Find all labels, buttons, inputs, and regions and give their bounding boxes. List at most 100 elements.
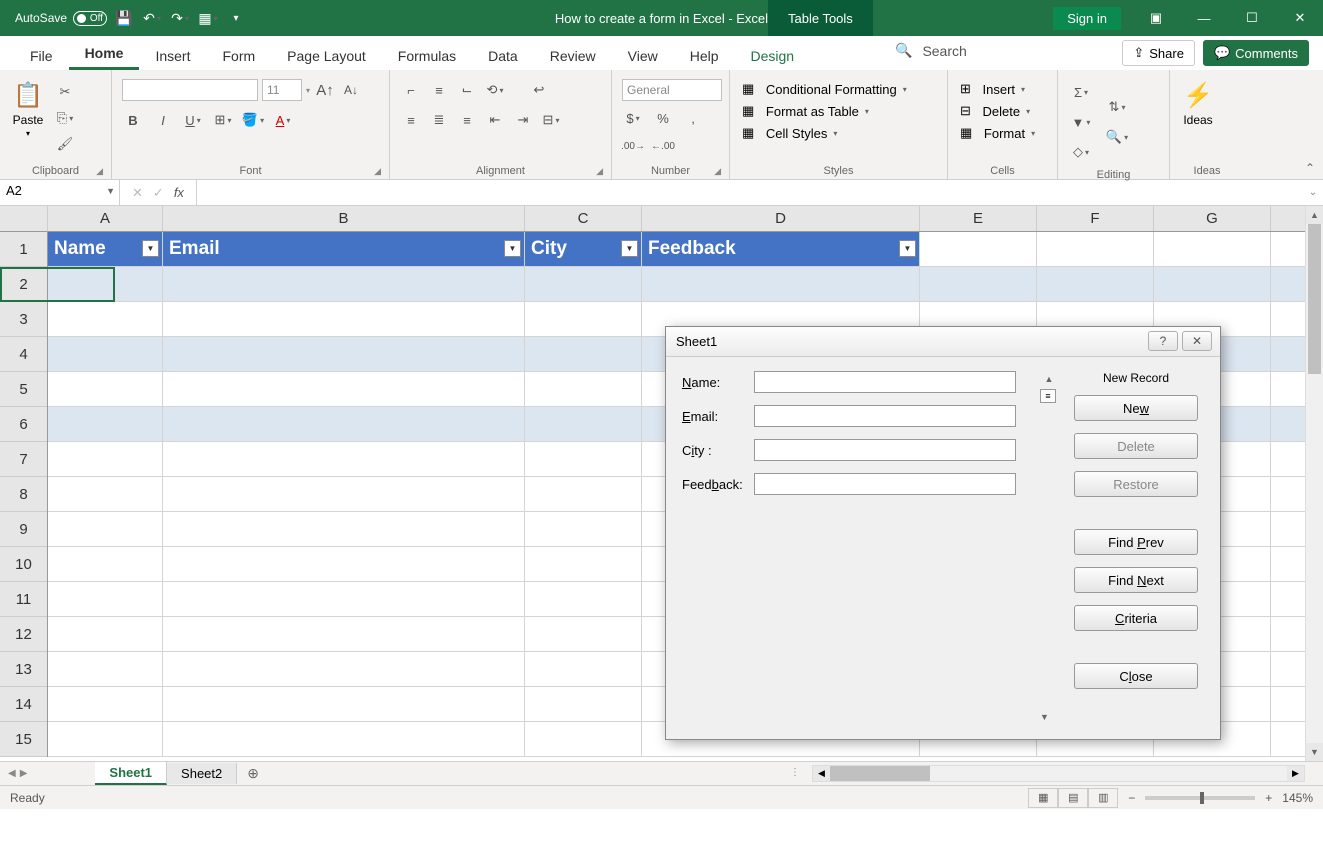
cell[interactable]: City▼ xyxy=(525,232,642,266)
cell[interactable] xyxy=(48,407,163,441)
cell[interactable] xyxy=(525,302,642,336)
cell[interactable] xyxy=(1154,232,1271,266)
row-header[interactable]: 8 xyxy=(0,477,47,512)
scroll-down-icon[interactable]: ▼ xyxy=(1306,743,1323,761)
clear-icon[interactable]: ◇ xyxy=(1070,141,1092,163)
paste-button[interactable]: 📋 Paste ▾ xyxy=(6,77,50,140)
cell[interactable] xyxy=(642,267,920,301)
tab-page-layout[interactable]: Page Layout xyxy=(271,40,382,70)
row-header[interactable]: 9 xyxy=(0,512,47,547)
name-box[interactable]: A2▼ xyxy=(0,180,120,205)
cell[interactable] xyxy=(163,407,525,441)
italic-icon[interactable]: I xyxy=(152,109,174,131)
cell[interactable] xyxy=(48,267,163,301)
minimize-icon[interactable]: — xyxy=(1181,0,1227,36)
bold-icon[interactable]: B xyxy=(122,109,144,131)
sheet-tab-1[interactable]: Sheet1 xyxy=(95,762,167,785)
cell[interactable] xyxy=(48,442,163,476)
cell[interactable] xyxy=(163,512,525,546)
new-button[interactable]: New xyxy=(1074,395,1198,421)
autosum-icon[interactable]: Σ xyxy=(1070,81,1092,103)
dialog-record-scrollbar[interactable]: ▲ ≡ ▼ xyxy=(1040,371,1058,725)
record-select-icon[interactable]: ≡ xyxy=(1040,389,1056,403)
collapse-ribbon-icon[interactable]: ⌃ xyxy=(1305,161,1315,175)
align-bottom-icon[interactable]: ⌙ xyxy=(456,79,478,101)
column-header[interactable]: E xyxy=(920,206,1037,231)
decrease-indent-icon[interactable]: ⇤ xyxy=(484,109,506,131)
share-button[interactable]: ⇪Share xyxy=(1122,40,1195,66)
cell[interactable] xyxy=(48,722,163,756)
row-header[interactable]: 6 xyxy=(0,407,47,442)
wrap-text-icon[interactable]: ↩ xyxy=(528,79,550,101)
cell[interactable] xyxy=(920,267,1037,301)
tab-home[interactable]: Home xyxy=(69,37,140,70)
cell-styles-button[interactable]: ▦ Cell Styles xyxy=(742,125,907,141)
cell[interactable] xyxy=(525,652,642,686)
row-header[interactable]: 3 xyxy=(0,302,47,337)
row-header[interactable]: 7 xyxy=(0,442,47,477)
cell[interactable] xyxy=(48,372,163,406)
tab-data[interactable]: Data xyxy=(472,40,534,70)
currency-icon[interactable]: $ xyxy=(622,107,644,129)
sort-filter-icon[interactable]: ⇅ xyxy=(1106,96,1128,118)
cell[interactable] xyxy=(48,617,163,651)
cell[interactable] xyxy=(525,477,642,511)
close-icon[interactable]: ✕ xyxy=(1277,0,1323,36)
delete-button[interactable]: Delete xyxy=(1074,433,1198,459)
cell[interactable] xyxy=(163,302,525,336)
column-header[interactable]: F xyxy=(1037,206,1154,231)
cell[interactable]: Feedback▼ xyxy=(642,232,920,266)
cut-icon[interactable]: ✂ xyxy=(54,81,76,103)
close-dialog-icon[interactable]: ✕ xyxy=(1182,331,1212,351)
save-icon[interactable]: 💾 xyxy=(113,7,135,29)
comma-icon[interactable]: , xyxy=(682,107,704,129)
font-name-input[interactable] xyxy=(122,79,258,101)
tab-review[interactable]: Review xyxy=(534,40,612,70)
launcher-icon[interactable]: ◢ xyxy=(96,166,103,177)
underline-icon[interactable]: U xyxy=(182,109,204,131)
decrease-decimal-icon[interactable]: ←.00 xyxy=(652,135,674,157)
cell[interactable] xyxy=(163,442,525,476)
select-all-corner[interactable] xyxy=(0,206,48,232)
signin-button[interactable]: Sign in xyxy=(1053,7,1121,30)
row-header[interactable]: 4 xyxy=(0,337,47,372)
record-up-icon[interactable]: ▲ xyxy=(1040,371,1058,387)
enter-formula-icon[interactable]: ✓ xyxy=(153,185,164,201)
zoom-out-icon[interactable]: − xyxy=(1128,791,1135,805)
launcher-icon[interactable]: ◢ xyxy=(374,166,381,177)
tab-view[interactable]: View xyxy=(612,40,674,70)
cell[interactable] xyxy=(163,547,525,581)
format-painter-icon[interactable]: 🖌 xyxy=(54,133,76,155)
align-middle-icon[interactable]: ≡ xyxy=(428,79,450,101)
feedback-field[interactable] xyxy=(754,473,1016,495)
normal-view-icon[interactable]: ▦ xyxy=(1028,788,1058,808)
tab-design[interactable]: Design xyxy=(735,40,811,70)
cell[interactable] xyxy=(1037,232,1154,266)
redo-icon[interactable]: ↷ xyxy=(169,7,191,29)
zoom-slider[interactable] xyxy=(1145,796,1255,800)
cell[interactable] xyxy=(163,372,525,406)
cell[interactable] xyxy=(525,442,642,476)
cell[interactable] xyxy=(163,687,525,721)
align-top-icon[interactable]: ⌐ xyxy=(400,79,422,101)
cell[interactable] xyxy=(163,617,525,651)
filter-icon[interactable]: ▼ xyxy=(899,240,916,257)
column-header[interactable]: C xyxy=(525,206,642,231)
scroll-up-icon[interactable]: ▲ xyxy=(1306,206,1323,224)
font-size-input[interactable] xyxy=(262,79,302,101)
increase-font-icon[interactable]: A↑ xyxy=(314,79,336,101)
name-field[interactable] xyxy=(754,371,1016,393)
filter-icon[interactable]: ▼ xyxy=(504,240,521,257)
percent-icon[interactable]: % xyxy=(652,107,674,129)
cell[interactable] xyxy=(163,582,525,616)
insert-cells-button[interactable]: ⊞ Insert xyxy=(960,81,1035,97)
zoom-level[interactable]: 145% xyxy=(1282,791,1313,805)
increase-decimal-icon[interactable]: .00→ xyxy=(622,135,644,157)
cell[interactable] xyxy=(525,512,642,546)
number-format-input[interactable] xyxy=(622,79,722,101)
form-quick-icon[interactable]: ▦ xyxy=(197,7,219,29)
cell[interactable] xyxy=(525,722,642,756)
column-header[interactable]: A xyxy=(48,206,163,231)
cell[interactable] xyxy=(48,337,163,371)
launcher-icon[interactable]: ◢ xyxy=(714,166,721,177)
